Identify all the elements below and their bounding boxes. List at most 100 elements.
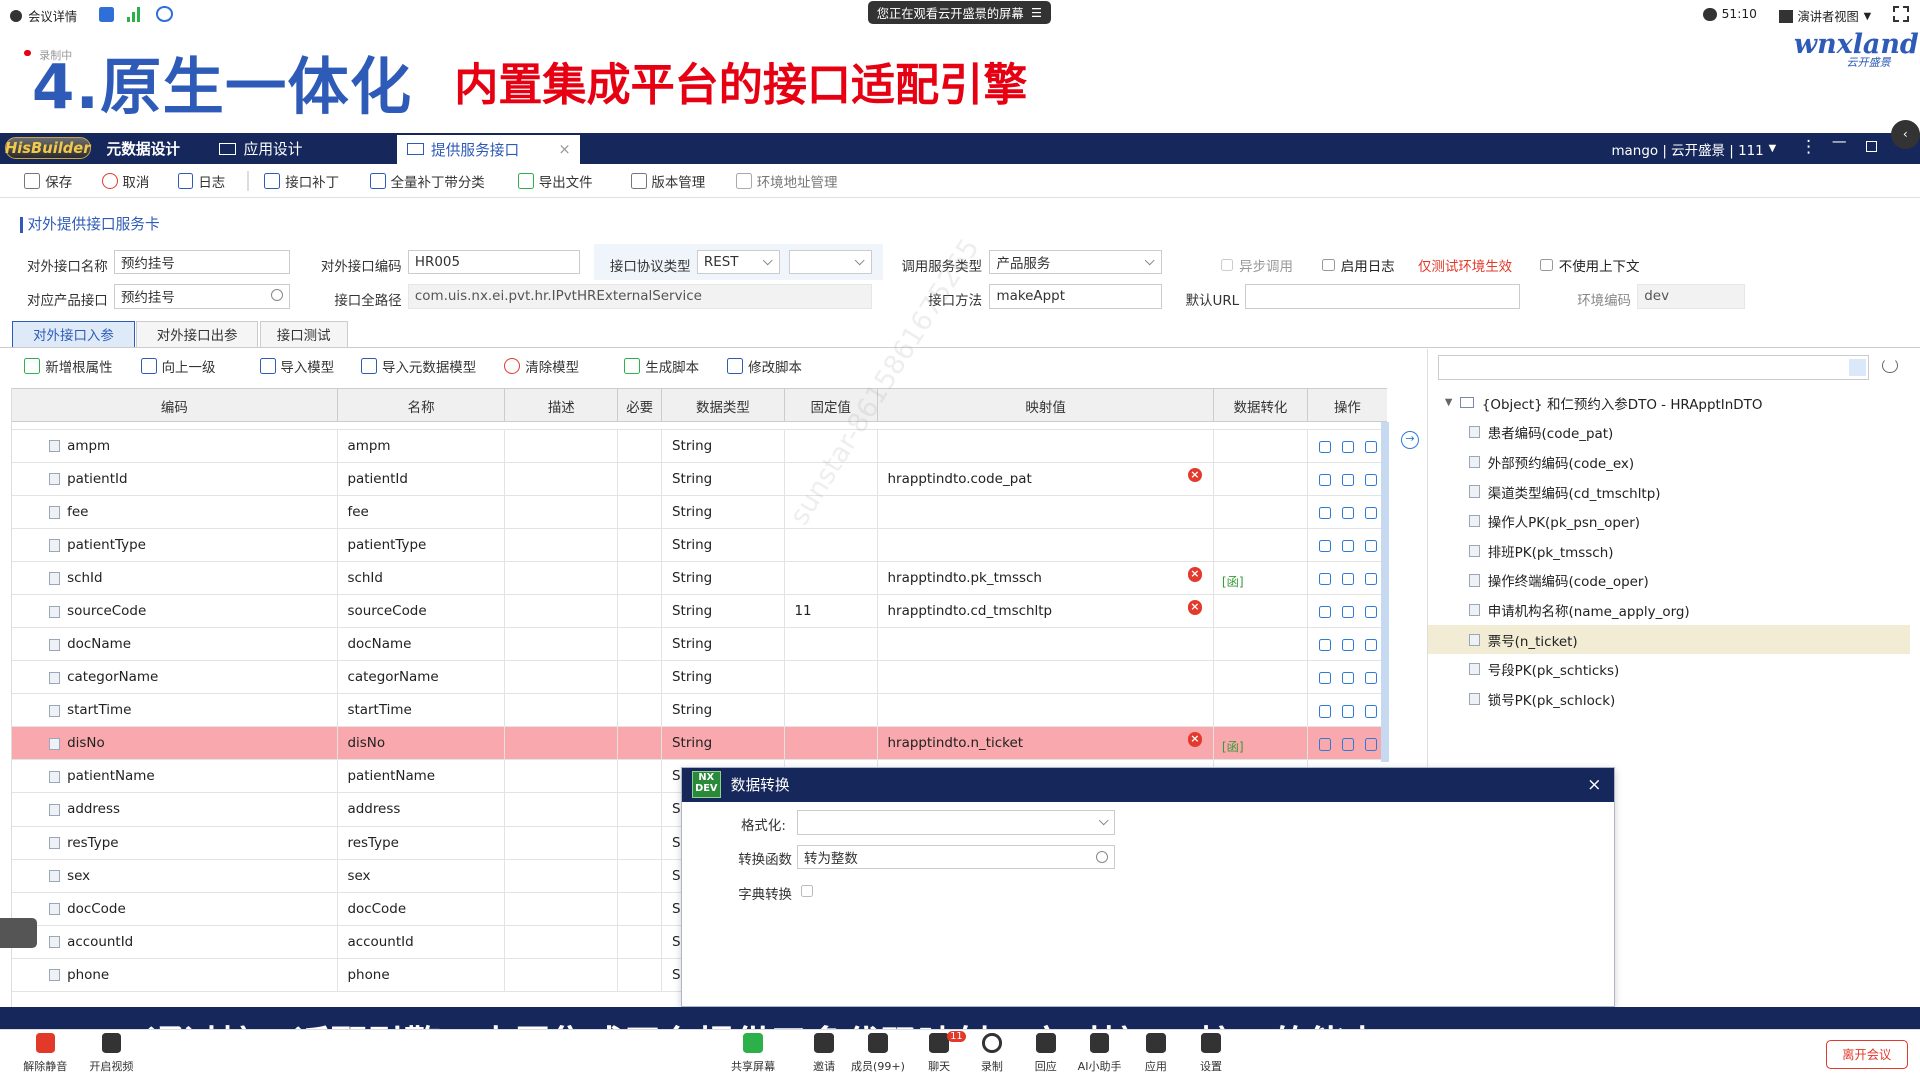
- tab-metadata-design[interactable]: 元数据设计: [107, 133, 180, 164]
- column-header[interactable]: 映射值: [878, 389, 1215, 423]
- table-cell[interactable]: [1214, 661, 1308, 695]
- table-row[interactable]: patientId patientId String hrapptindto.code…: [12, 462, 1388, 496]
- table-cell[interactable]: String: [662, 462, 785, 496]
- default-url-input[interactable]: [1245, 284, 1520, 309]
- table-cell[interactable]: [618, 826, 663, 860]
- import-model-button[interactable]: 导入模型: [259, 356, 334, 376]
- table-cell[interactable]: patientName: [12, 760, 338, 794]
- copy-icon[interactable]: [1318, 672, 1331, 685]
- table-row[interactable]: startTime startTime String: [12, 694, 1388, 728]
- interface-name-input[interactable]: 预约挂号: [113, 249, 291, 275]
- table-cell[interactable]: String: [662, 694, 785, 728]
- copy-icon[interactable]: [1318, 606, 1331, 619]
- table-cell[interactable]: docCode: [338, 892, 506, 926]
- copy-icon[interactable]: [1318, 539, 1331, 553]
- screen-share-notice[interactable]: 您正在观看云开盛景的屏幕 ☰: [868, 1, 1051, 25]
- list-toggle-icon[interactable]: [0, 918, 37, 948]
- table-cell[interactable]: hrapptindto.code_pat: [878, 462, 1215, 496]
- table-cell[interactable]: [878, 528, 1215, 563]
- table-cell[interactable]: address: [12, 793, 338, 827]
- delete-icon[interactable]: [1341, 606, 1355, 619]
- table-cell[interactable]: String: [662, 429, 785, 463]
- table-cell[interactable]: [618, 628, 663, 662]
- column-header[interactable]: 编码: [12, 389, 338, 423]
- search-icon[interactable]: [1095, 850, 1109, 863]
- table-cell[interactable]: resType: [12, 826, 338, 860]
- table-cell[interactable]: 11: [785, 595, 878, 629]
- table-cell[interactable]: startTime: [338, 694, 506, 728]
- table-cell[interactable]: sourceCode: [12, 595, 338, 629]
- table-cell[interactable]: [618, 727, 663, 761]
- table-cell[interactable]: [878, 694, 1215, 728]
- table-cell[interactable]: [505, 826, 619, 860]
- copy-icon[interactable]: [1318, 738, 1331, 751]
- table-cell[interactable]: [618, 462, 663, 496]
- table-cell[interactable]: [1214, 694, 1308, 728]
- protocol-select[interactable]: REST: [696, 249, 780, 275]
- level-up-button[interactable]: 向上一级: [140, 356, 215, 376]
- column-header[interactable]: 必要: [618, 389, 663, 423]
- generate-script-button[interactable]: 生成脚本: [624, 356, 699, 376]
- table-cell[interactable]: [618, 892, 663, 926]
- edit-icon[interactable]: [1365, 573, 1378, 586]
- leave-meeting-button[interactable]: 离开会议: [1825, 1039, 1908, 1069]
- view-mode-menu[interactable]: 演讲者视图 ▼: [1779, 7, 1871, 25]
- meeting-info[interactable]: 会议详情: [9, 7, 77, 25]
- table-cell[interactable]: patientId: [12, 462, 338, 496]
- async-checkbox[interactable]: 异步调用: [1220, 255, 1293, 275]
- edit-icon[interactable]: [1365, 539, 1378, 553]
- full-patch-button[interactable]: 全量补丁带分类: [369, 170, 485, 192]
- table-cell[interactable]: phone: [338, 958, 506, 992]
- table-cell[interactable]: [618, 595, 663, 629]
- clear-mapping-icon[interactable]: ×: [1187, 732, 1203, 747]
- delete-icon[interactable]: [1341, 573, 1355, 586]
- close-icon[interactable]: ×: [558, 141, 570, 158]
- clear-mapping-icon[interactable]: ×: [1187, 566, 1203, 582]
- tree-node[interactable]: 外部预约编码(code_ex): [1428, 447, 1910, 476]
- table-cell[interactable]: [878, 628, 1215, 662]
- refresh-icon[interactable]: [1882, 357, 1898, 374]
- table-cell[interactable]: disNo: [12, 727, 338, 761]
- table-cell[interactable]: hrapptindto.cd_tmschltp: [878, 595, 1215, 629]
- copy-icon[interactable]: [1318, 705, 1331, 718]
- delete-icon[interactable]: [1341, 440, 1355, 454]
- meeting-button-settings[interactable]: 设置: [1174, 1033, 1247, 1077]
- table-cell[interactable]: [785, 727, 878, 761]
- table-row-selected[interactable]: disNo disNo String hrapptindto.n_ticket × [函]: [12, 727, 1388, 761]
- table-cell[interactable]: [505, 429, 619, 463]
- copy-icon[interactable]: [1318, 639, 1331, 652]
- table-cell[interactable]: [1214, 495, 1308, 529]
- tree-node[interactable]: 排班PK(pk_tmssch): [1428, 536, 1910, 565]
- edit-icon[interactable]: [1365, 705, 1378, 718]
- log-button[interactable]: 日志: [177, 170, 225, 192]
- interface-method-input[interactable]: makeAppt: [989, 284, 1163, 309]
- table-cell[interactable]: String: [662, 528, 785, 563]
- table-row[interactable]: schId schId String hrapptindto.pk_tmssch × [函…: [12, 562, 1388, 596]
- table-cell[interactable]: [1214, 628, 1308, 662]
- table-cell[interactable]: [878, 661, 1215, 695]
- table-cell[interactable]: [618, 495, 663, 529]
- table-cell[interactable]: [505, 694, 619, 728]
- column-header[interactable]: 数据转化: [1214, 389, 1308, 423]
- table-cell[interactable]: [618, 429, 663, 463]
- import-metadata-model-button[interactable]: 导入元数据模型: [361, 356, 476, 376]
- table-cell[interactable]: [878, 495, 1215, 529]
- table-cell[interactable]: [618, 694, 663, 728]
- table-cell[interactable]: String: [662, 595, 785, 629]
- table-cell[interactable]: String: [662, 628, 785, 662]
- export-file-button[interactable]: 导出文件: [517, 170, 593, 192]
- function-tag[interactable]: [函]: [1222, 572, 1244, 590]
- table-cell[interactable]: [1214, 528, 1308, 563]
- more-icon[interactable]: ⋮: [1800, 137, 1817, 157]
- table-cell[interactable]: [505, 595, 619, 629]
- table-cell[interactable]: [1214, 462, 1308, 496]
- table-cell[interactable]: [505, 925, 619, 959]
- tree-node[interactable]: 锁号PK(pk_schlock): [1428, 684, 1910, 713]
- delete-icon[interactable]: [1341, 506, 1355, 520]
- copy-icon[interactable]: [1318, 506, 1331, 520]
- table-row[interactable]: docName docName String: [12, 628, 1388, 662]
- tree-node[interactable]: 患者编码(code_pat): [1428, 418, 1910, 447]
- delete-icon[interactable]: [1341, 539, 1355, 553]
- table-cell[interactable]: hrapptindto.pk_tmssch: [878, 562, 1215, 596]
- clear-mapping-icon[interactable]: ×: [1187, 599, 1203, 615]
